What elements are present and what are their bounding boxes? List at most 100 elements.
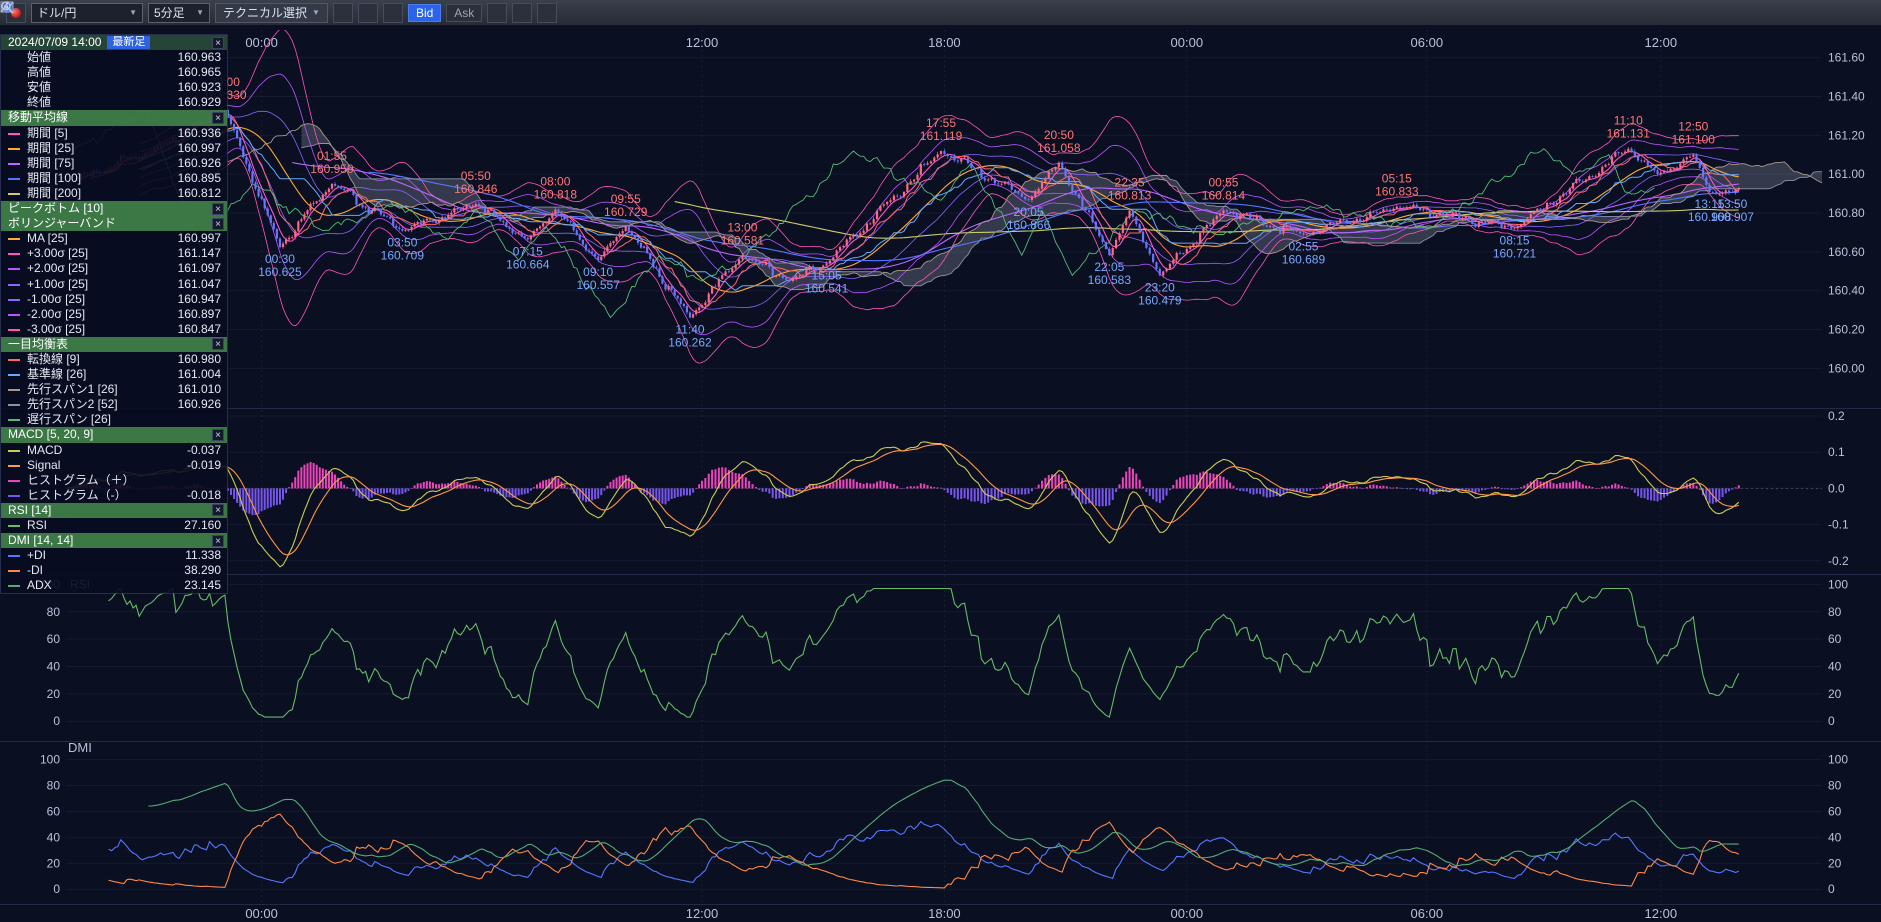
svg-text:22:05: 22:05 (1094, 260, 1124, 274)
svg-text:160.833: 160.833 (1375, 185, 1419, 199)
section-title: ボリンジャーバンド (8, 216, 116, 230)
close-icon[interactable]: × (212, 429, 224, 441)
indicator-row: MA [25]160.997 (1, 231, 227, 246)
svg-text:161.00: 161.00 (1828, 167, 1865, 181)
svg-text:00:00: 00:00 (1171, 906, 1204, 921)
image-button[interactable] (383, 3, 403, 23)
series-swatch (8, 374, 20, 376)
indicator-row: 転換線 [9]160.980 (1, 352, 227, 367)
close-icon[interactable]: × (212, 535, 224, 547)
technical-select-button[interactable]: テクニカル選択 ▼ (215, 3, 328, 23)
indicator-value: 160.997 (178, 141, 221, 156)
close-icon[interactable]: × (212, 203, 224, 215)
svg-text:161.20: 161.20 (1828, 128, 1865, 142)
svg-text:20: 20 (47, 687, 61, 701)
indicator-row: ヒストグラム（-）-0.018 (1, 488, 227, 503)
svg-text:80: 80 (1828, 605, 1842, 619)
ohlc-label: 高値 (27, 65, 51, 80)
svg-text:-0.2: -0.2 (1828, 554, 1849, 568)
indicator-row: ADX23.145 (1, 578, 227, 593)
series-swatch (8, 329, 20, 331)
svg-text:160.818: 160.818 (534, 188, 578, 202)
indicator-row: +2.00σ [25]161.097 (1, 261, 227, 276)
close-icon[interactable]: × (212, 504, 224, 516)
svg-text:161.058: 161.058 (1037, 141, 1081, 155)
pair-select[interactable]: ドル/円 ▼ (31, 3, 143, 23)
svg-text:02:55: 02:55 (1288, 240, 1318, 254)
close-icon[interactable]: × (212, 37, 224, 49)
timeframe-select[interactable]: 5分足 ▼ (148, 3, 210, 23)
indicator-label: 遅行スパン [26] (27, 412, 111, 427)
ask-toggle[interactable]: Ask (446, 4, 482, 22)
svg-text:160.813: 160.813 (1108, 188, 1152, 202)
ohlc-row: 高値160.965 (1, 65, 227, 80)
svg-text:12:00: 12:00 (686, 35, 719, 50)
indicator-value: 160.936 (178, 126, 221, 141)
svg-text:80: 80 (47, 779, 61, 793)
svg-text:06:00: 06:00 (1411, 906, 1444, 921)
svg-text:160.00: 160.00 (1828, 361, 1865, 375)
series-swatch (8, 163, 20, 165)
indicator-row: -2.00σ [25]160.897 (1, 307, 227, 322)
indicator-value: 38.290 (184, 563, 221, 578)
close-icon[interactable]: × (212, 338, 224, 350)
series-swatch (8, 585, 20, 587)
svg-text:00:00: 00:00 (245, 906, 278, 921)
trendline-button[interactable] (487, 3, 507, 23)
svg-text:160.479: 160.479 (1138, 293, 1182, 307)
series-swatch (8, 450, 20, 452)
indicator-label: -3.00σ [25] (27, 322, 85, 337)
indicator-value: 160.947 (178, 292, 221, 307)
bid-toggle[interactable]: Bid (408, 4, 441, 22)
svg-text:12:00: 12:00 (1645, 35, 1678, 50)
zoom-out-button[interactable] (512, 3, 532, 23)
series-swatch (8, 419, 20, 421)
svg-text:161.60: 161.60 (1828, 51, 1865, 65)
indicator-value: 160.897 (178, 307, 221, 322)
indicator-value: 160.997 (178, 231, 221, 246)
latest-candle-row: 2024/07/09 14:00最新足× (1, 35, 227, 50)
close-icon[interactable]: × (212, 218, 224, 230)
section-header: DMI [14, 14]× (1, 533, 227, 548)
series-swatch (8, 480, 20, 482)
info-button[interactable] (358, 3, 378, 23)
ohlc-label: 安値 (27, 80, 51, 95)
svg-text:160.581: 160.581 (721, 234, 765, 248)
indicator-label: 期間 [75] (27, 156, 74, 171)
indicator-row: 先行スパン2 [52]160.926 (1, 397, 227, 412)
svg-text:40: 40 (1828, 830, 1842, 844)
svg-text:01:55: 01:55 (317, 149, 347, 163)
chart-canvas[interactable]: 00:0000:0012:0012:0018:0018:0000:0000:00… (0, 0, 1881, 922)
indicator-row: 期間 [200]160.812 (1, 186, 227, 201)
svg-text:100: 100 (1828, 577, 1848, 591)
indicator-row: +3.00σ [25]161.147 (1, 246, 227, 261)
svg-text:0: 0 (1828, 714, 1835, 728)
series-swatch (8, 133, 20, 135)
indicator-label: +1.00σ [25] (27, 277, 88, 292)
indicator-value: 161.147 (178, 246, 221, 261)
zoom-in-button[interactable] (537, 3, 557, 23)
svg-text:60: 60 (47, 632, 61, 646)
ohlc-label: 始値 (27, 50, 51, 65)
indicator-row: 期間 [100]160.895 (1, 171, 227, 186)
svg-text:03:50: 03:50 (387, 236, 417, 250)
series-swatch (8, 193, 20, 195)
series-swatch (8, 359, 20, 361)
draw-pencil-button[interactable] (333, 3, 353, 23)
svg-text:09:55: 09:55 (611, 192, 641, 206)
chart-window: 00:0000:0012:0012:0018:0018:0000:0000:00… (0, 0, 1881, 922)
series-swatch (8, 555, 20, 557)
svg-text:160.664: 160.664 (506, 257, 550, 271)
indicator-label: -1.00σ [25] (27, 292, 85, 307)
indicator-value: -0.037 (187, 443, 221, 458)
svg-text:20:05: 20:05 (1014, 205, 1044, 219)
indicator-row: +1.00σ [25]161.047 (1, 277, 227, 292)
svg-text:160.907: 160.907 (1711, 210, 1755, 224)
indicator-label: ヒストグラム（-） (27, 488, 127, 503)
series-swatch (8, 465, 20, 467)
svg-text:12:00: 12:00 (686, 906, 719, 921)
close-icon[interactable]: × (212, 112, 224, 124)
svg-text:40: 40 (47, 659, 61, 673)
svg-text:100: 100 (1828, 753, 1848, 767)
series-swatch (8, 389, 20, 391)
